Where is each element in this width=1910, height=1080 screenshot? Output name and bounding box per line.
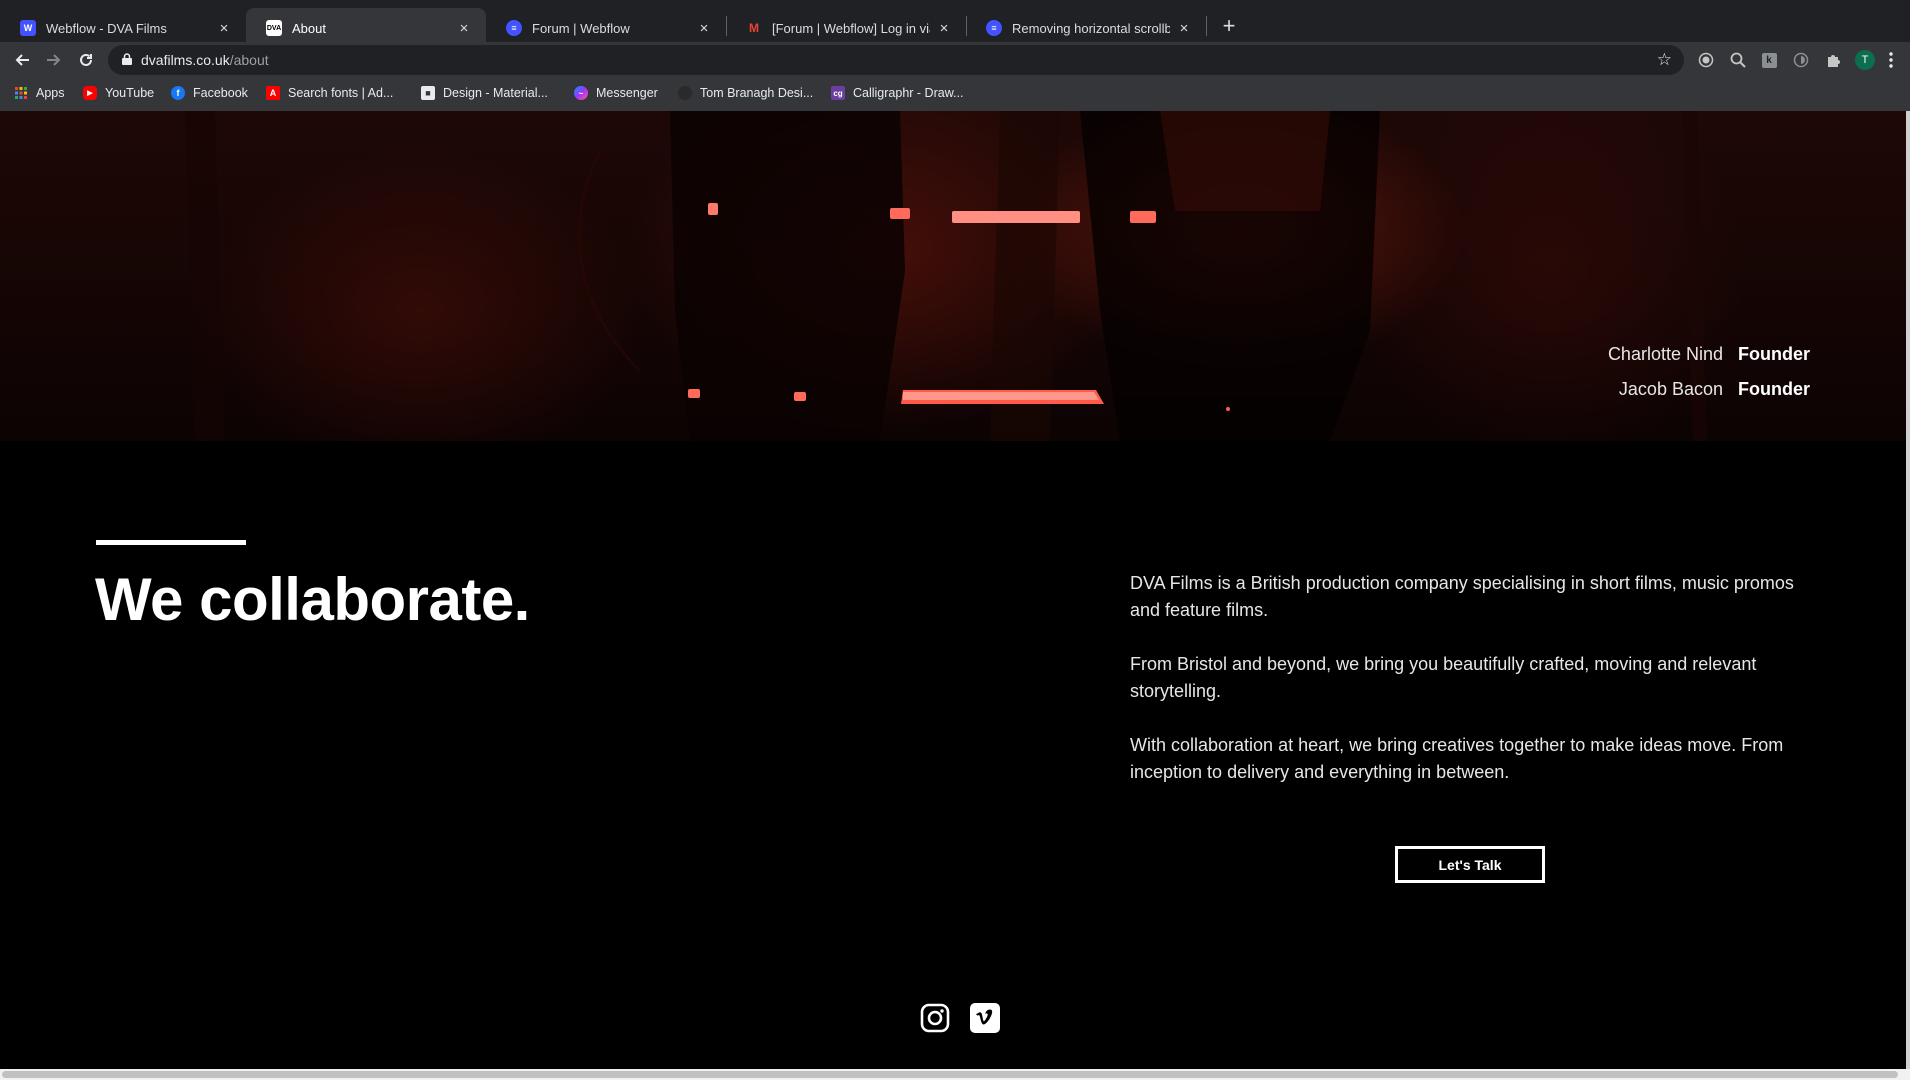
forward-button[interactable] xyxy=(40,46,68,74)
apps-grid-icon xyxy=(14,86,28,100)
horizontal-scrollbar-thumb[interactable] xyxy=(2,1071,1898,1078)
extensions-puzzle-icon[interactable] xyxy=(1824,51,1842,69)
extension-k-icon[interactable]: k xyxy=(1760,51,1778,69)
url-host: dvafilms.co.uk xyxy=(141,52,230,68)
vertical-scrollbar-thumb[interactable] xyxy=(1906,111,1910,1069)
facebook-icon: f xyxy=(171,86,185,100)
bookmark-label: Messenger xyxy=(596,86,658,100)
tab-title: About xyxy=(292,20,326,36)
youtube-icon: ▶ xyxy=(83,86,97,100)
material-icon: ■ xyxy=(421,86,435,100)
team-member: Jacob Bacon Founder xyxy=(1390,379,1810,400)
about-paragraph: From Bristol and beyond, we bring you be… xyxy=(1130,654,1757,701)
about-copy: DVA Films is a British production compan… xyxy=(1130,570,1810,813)
bookmark-label: Search fonts | Ad... xyxy=(288,86,394,100)
tab-strip: W Webflow - DVA Films × DVA About × ≡ Fo… xyxy=(0,0,1910,48)
url-text: dvafilms.co.uk/about xyxy=(141,52,269,68)
gmail-favicon-icon: M xyxy=(749,21,759,35)
back-button[interactable] xyxy=(8,46,36,74)
tab-divider xyxy=(1206,16,1207,36)
address-bar[interactable]: dvafilms.co.uk/about ☆ xyxy=(108,45,1684,75)
tab-title: Removing horizontal scrollbar xyxy=(1012,20,1170,36)
calligraphr-icon: cg xyxy=(831,86,845,100)
close-tab-icon[interactable]: × xyxy=(936,20,952,37)
vimeo-icon[interactable] xyxy=(970,1003,1000,1033)
page-viewport: Charlotte Nind Founder Jacob Bacon Found… xyxy=(0,111,1906,1069)
hero-image: Charlotte Nind Founder Jacob Bacon Found… xyxy=(0,111,1906,441)
lets-talk-button[interactable]: Let's Talk xyxy=(1395,846,1545,883)
arrow-right-icon xyxy=(47,54,61,66)
horizontal-scrollbar[interactable] xyxy=(0,1069,1910,1080)
social-links xyxy=(920,1003,1000,1033)
new-tab-button[interactable]: + xyxy=(1215,12,1243,40)
tab-title: [Forum | Webflow] Log in via li xyxy=(772,20,930,36)
extension-record-icon[interactable] xyxy=(1697,51,1715,69)
bookmark-label: Tom Branagh Desi... xyxy=(700,86,814,100)
bookmark-youtube[interactable]: ▶ YouTube xyxy=(83,86,154,100)
about-paragraph: With collaboration at heart, we bring cr… xyxy=(1130,735,1784,782)
reload-button[interactable] xyxy=(72,46,100,74)
tab-title: Webflow - DVA Films xyxy=(46,20,167,36)
bookmark-star-icon[interactable]: ☆ xyxy=(1657,50,1672,70)
dva-favicon-icon: DVA xyxy=(266,20,282,36)
bookmark-label: YouTube xyxy=(105,86,155,100)
lock-icon xyxy=(122,53,132,65)
team-member: Charlotte Nind Founder xyxy=(1390,344,1810,365)
adobe-icon: A xyxy=(266,86,280,100)
bookmark-facebook[interactable]: f Facebook xyxy=(171,86,248,100)
bookmark-label: Facebook xyxy=(193,86,248,100)
arrow-left-icon xyxy=(15,54,29,66)
instagram-icon[interactable] xyxy=(920,1003,950,1033)
close-tab-icon[interactable]: × xyxy=(216,20,232,37)
close-tab-icon[interactable]: × xyxy=(696,20,712,37)
vertical-scrollbar[interactable] xyxy=(1906,111,1910,1069)
bookmarks-bar: Apps ▶ YouTube f Facebook A Search fonts… xyxy=(0,78,1910,111)
bookmark-messenger[interactable]: ~ Messenger xyxy=(574,86,658,100)
bookmark-search-fonts[interactable]: A Search fonts | Ad... xyxy=(266,86,393,100)
team-member-name: Jacob Bacon xyxy=(1618,379,1723,399)
browser-menu-icon[interactable] xyxy=(1886,51,1896,69)
close-tab-icon[interactable]: × xyxy=(456,20,472,37)
tab-title: Forum | Webflow xyxy=(532,20,630,36)
forum-favicon-icon: ≡ xyxy=(986,20,1002,36)
about-paragraph: DVA Films is a British production compan… xyxy=(1130,573,1794,620)
forum-favicon-icon: ≡ xyxy=(506,20,522,36)
team-member-name: Charlotte Nind xyxy=(1607,344,1723,364)
bookmark-label: Apps xyxy=(36,86,65,100)
bookmark-label: Design - Material... xyxy=(443,86,548,100)
extension-circle-icon[interactable] xyxy=(1792,51,1810,69)
bookmark-label: Calligraphr - Draw... xyxy=(853,86,964,100)
reload-icon xyxy=(80,53,92,66)
close-tab-icon[interactable]: × xyxy=(1176,20,1192,37)
profile-avatar[interactable]: T xyxy=(1855,50,1875,70)
bookmark-tom-branagh[interactable]: Tom Branagh Desi... xyxy=(678,86,813,100)
zoom-icon[interactable] xyxy=(1729,51,1747,69)
team-member-role: Founder xyxy=(1738,344,1810,364)
bookmark-design-material[interactable]: ■ Design - Material... xyxy=(421,86,548,100)
site-icon xyxy=(678,86,692,100)
bookmark-apps[interactable]: Apps xyxy=(14,86,65,100)
team-list: Charlotte Nind Founder Jacob Bacon Found… xyxy=(1390,344,1810,414)
browser-toolbar: dvafilms.co.uk/about ☆ k T xyxy=(0,42,1910,78)
messenger-icon: ~ xyxy=(574,86,588,100)
webflow-favicon-icon: W xyxy=(20,20,36,36)
headline-rule xyxy=(96,540,246,545)
page-headline: We collaborate. xyxy=(95,566,530,633)
bookmark-calligraphr[interactable]: cg Calligraphr - Draw... xyxy=(831,86,963,100)
url-path: /about xyxy=(229,52,269,68)
team-member-role: Founder xyxy=(1738,379,1810,399)
